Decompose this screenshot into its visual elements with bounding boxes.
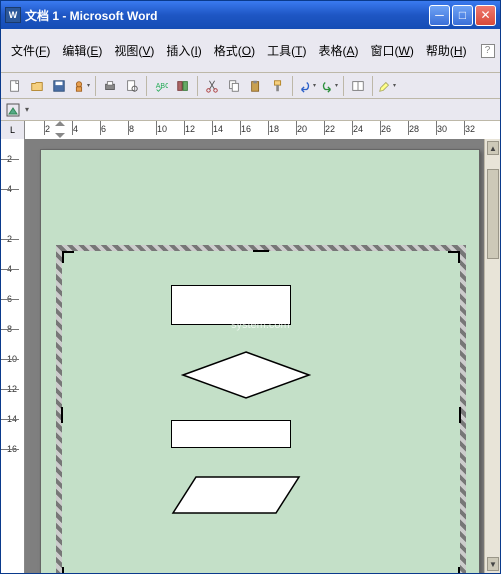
canvas-handle-bl[interactable]: [62, 567, 74, 573]
menu-tools[interactable]: 工具(T): [261, 40, 312, 61]
vruler-tick: 4: [7, 264, 12, 274]
maximize-button[interactable]: □: [452, 5, 473, 26]
ruler-tick: 18: [269, 124, 279, 134]
ruler-tick: 30: [437, 124, 447, 134]
open-icon[interactable]: [27, 76, 47, 96]
paste-icon[interactable]: [246, 76, 266, 96]
menu-insert[interactable]: 插入(I): [160, 40, 207, 61]
ruler-tick: 28: [409, 124, 419, 134]
ruler-tick: 32: [465, 124, 475, 134]
document-area[interactable]: 统网 system.com ▲ ▼: [25, 139, 500, 573]
ruler-tick: 20: [297, 124, 307, 134]
vruler-tick: 2: [7, 154, 12, 164]
canvas-handle-right[interactable]: [459, 407, 461, 423]
menu-help[interactable]: 帮助(H): [420, 40, 473, 61]
menu-window[interactable]: 窗口(W): [365, 40, 420, 61]
cut-icon[interactable]: [202, 76, 222, 96]
ruler-tick: 8: [129, 124, 134, 134]
menu-file[interactable]: 文件(F): [5, 40, 56, 61]
shape-rectangle-1[interactable]: [171, 285, 291, 325]
reading-layout-icon[interactable]: [348, 76, 368, 96]
close-button[interactable]: ✕: [475, 5, 496, 26]
vruler-tick: 4: [7, 184, 12, 194]
word-app-icon: W: [5, 7, 21, 23]
ruler-tick: 16: [241, 124, 251, 134]
view-selector-icon[interactable]: [5, 102, 21, 118]
spelling-icon[interactable]: ABC: [151, 76, 171, 96]
ruler-tick: 6: [101, 124, 106, 134]
help-question-icon[interactable]: ?: [481, 44, 495, 58]
toolbar-standard: ▾ ABC ▾ ▾ ▾: [1, 73, 500, 99]
redo-icon[interactable]: ▾: [319, 76, 339, 96]
toolbar-view: ▾: [1, 99, 500, 121]
save-icon[interactable]: [49, 76, 69, 96]
menu-table[interactable]: 表格(A): [313, 40, 365, 61]
copy-icon[interactable]: [224, 76, 244, 96]
menu-format[interactable]: 格式(O): [208, 40, 261, 61]
vruler-tick: 10: [7, 354, 17, 364]
ruler-tick: 12: [185, 124, 195, 134]
ruler-tab-selector[interactable]: L: [1, 121, 25, 139]
format-painter-icon[interactable]: [268, 76, 288, 96]
shape-parallelogram[interactable]: [171, 475, 301, 515]
vertical-scrollbar[interactable]: ▲ ▼: [484, 139, 500, 573]
canvas-handle-tl[interactable]: [62, 251, 74, 263]
vruler-tick: 14: [7, 414, 17, 424]
vruler-tick: 16: [7, 444, 17, 454]
shape-rectangle-2[interactable]: [171, 420, 291, 448]
print-icon[interactable]: [100, 76, 120, 96]
menubar: 文件(F) 编辑(E) 视图(V) 插入(I) 格式(O) 工具(T) 表格(A…: [1, 29, 500, 73]
vruler-tick: 6: [7, 294, 12, 304]
scroll-down-icon[interactable]: ▼: [487, 557, 499, 571]
shape-diamond[interactable]: [181, 350, 311, 400]
undo-icon[interactable]: ▾: [297, 76, 317, 96]
scroll-thumb[interactable]: [487, 169, 499, 259]
indent-marker[interactable]: [55, 121, 65, 138]
menu-view[interactable]: 视图(V): [108, 40, 160, 61]
horizontal-ruler[interactable]: L 2 4 6 8 10 12 14 16 18 20 22 24 26 28 …: [1, 121, 500, 139]
canvas-handle-top[interactable]: [253, 250, 269, 252]
canvas-handle-tr[interactable]: [448, 251, 460, 263]
ruler-tick: 14: [213, 124, 223, 134]
svg-text:ABC: ABC: [156, 82, 168, 89]
research-icon[interactable]: [173, 76, 193, 96]
vruler-tick: 2: [7, 234, 12, 244]
new-document-icon[interactable]: [5, 76, 25, 96]
scroll-up-icon[interactable]: ▲: [487, 141, 499, 155]
vertical-ruler[interactable]: 2 4 2 4 6 8 10 12 14 16: [1, 139, 25, 573]
highlight-icon[interactable]: ▾: [377, 76, 397, 96]
permission-icon[interactable]: ▾: [71, 76, 91, 96]
canvas-handle-left[interactable]: [61, 407, 63, 423]
print-preview-icon[interactable]: [122, 76, 142, 96]
minimize-button[interactable]: ─: [429, 5, 450, 26]
ruler-tick: 24: [353, 124, 363, 134]
vruler-tick: 8: [7, 324, 12, 334]
page: 统网 system.com: [40, 149, 480, 573]
vruler-tick: 12: [7, 384, 17, 394]
canvas-handle-br[interactable]: [448, 567, 460, 573]
menu-edit[interactable]: 编辑(E): [56, 40, 108, 61]
ruler-tick: 10: [157, 124, 167, 134]
ruler-tick: 4: [73, 124, 78, 134]
ruler-tick: 22: [325, 124, 335, 134]
window-title: 文档 1 - Microsoft Word: [25, 7, 429, 24]
ruler-tick: 2: [45, 124, 50, 134]
titlebar: W 文档 1 - Microsoft Word ─ □ ✕: [1, 1, 500, 29]
ruler-tick: 26: [381, 124, 391, 134]
